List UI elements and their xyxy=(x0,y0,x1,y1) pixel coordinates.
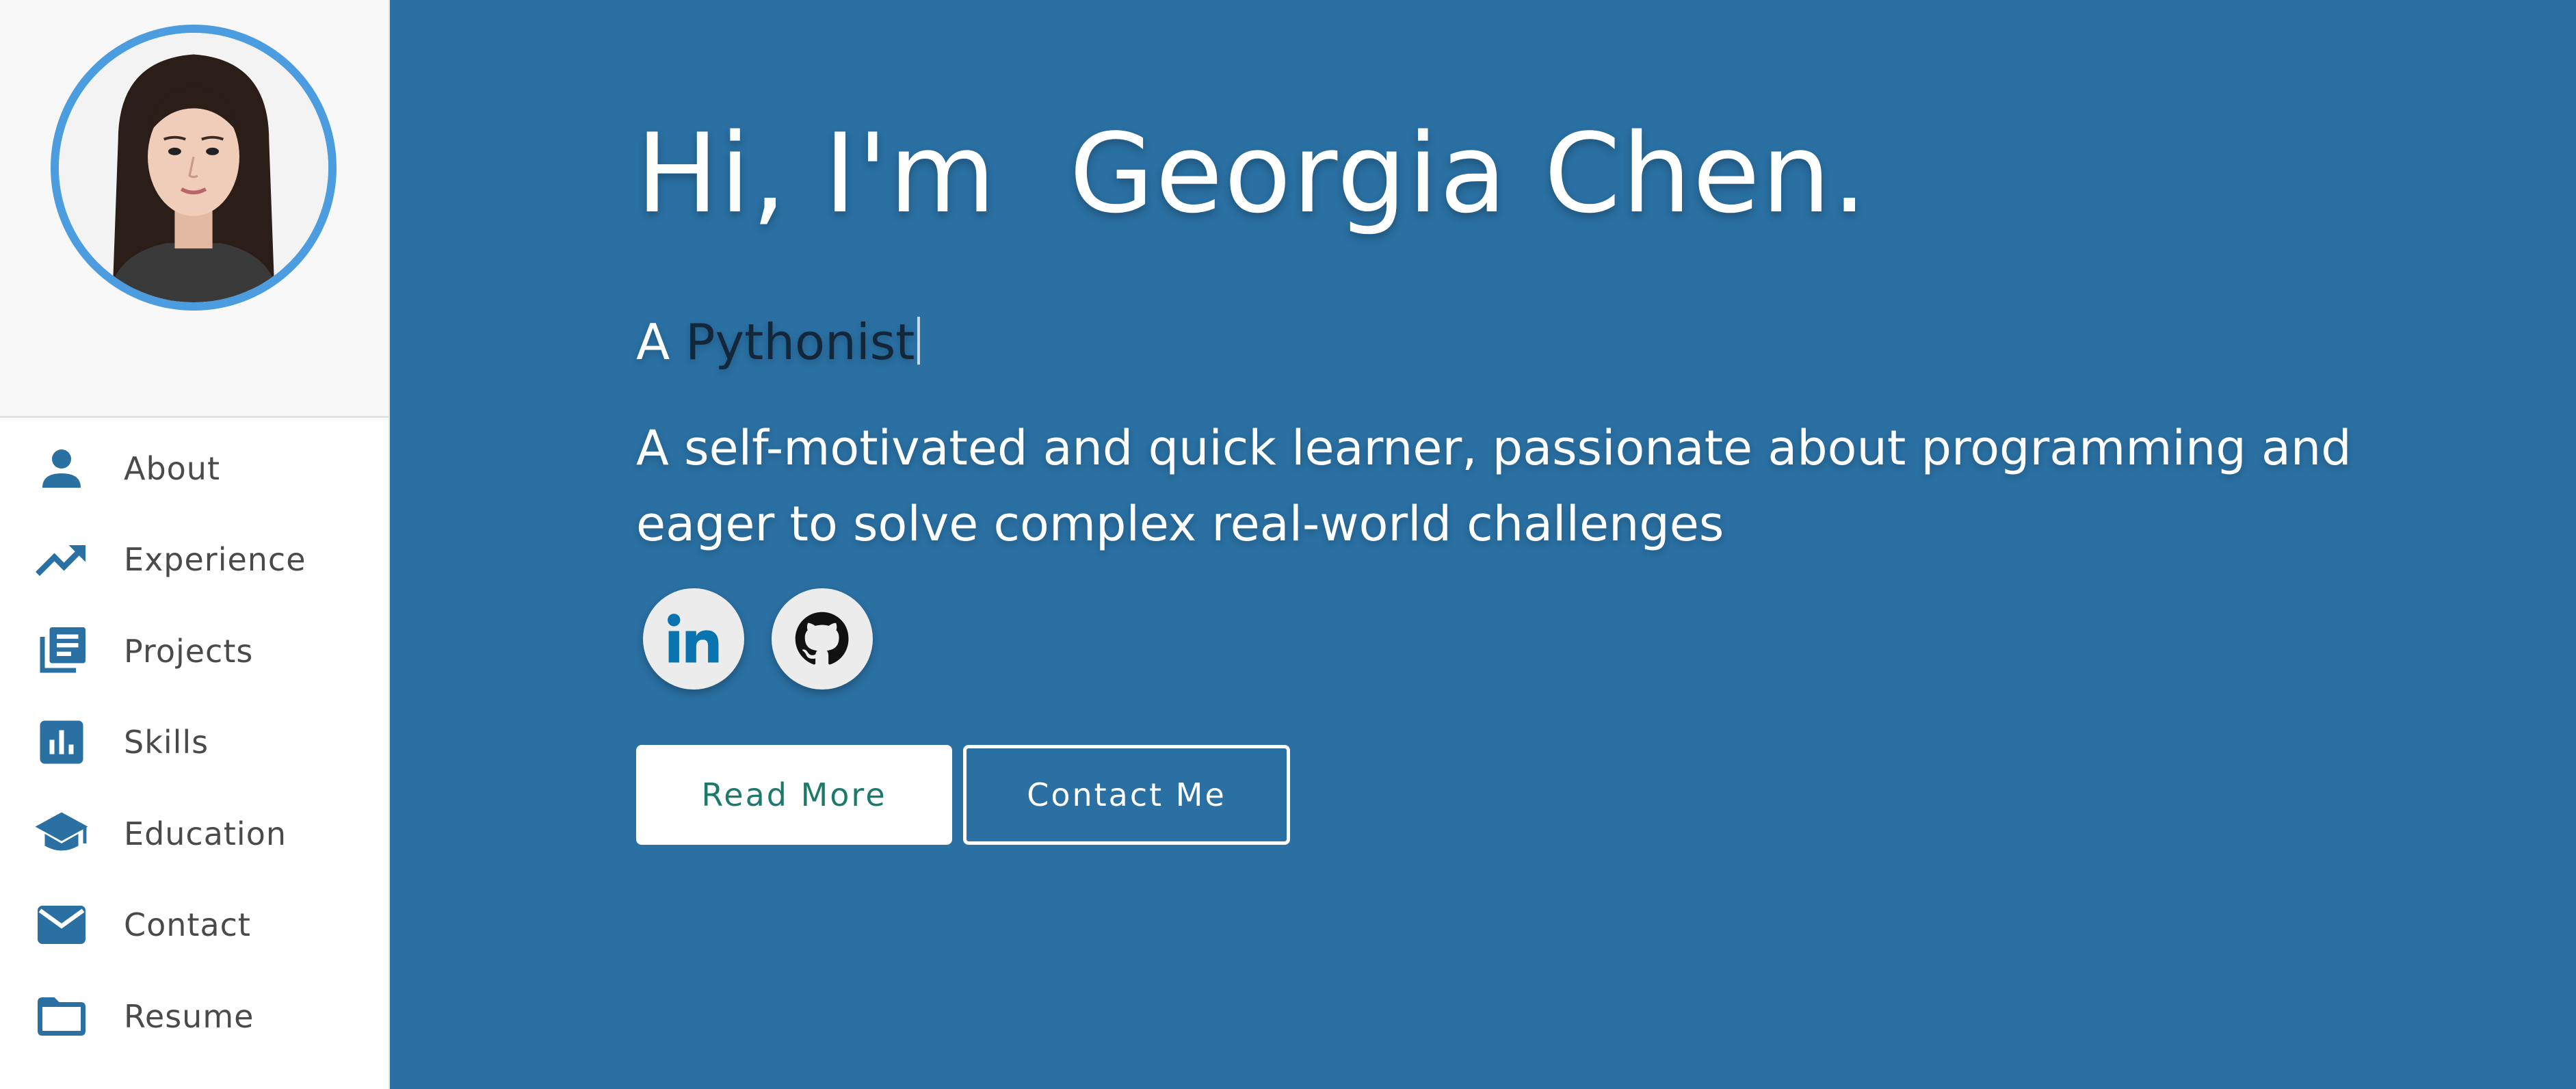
tagline-typed-text: Pythonist xyxy=(685,313,915,371)
library-books-icon xyxy=(33,622,90,680)
typing-cursor xyxy=(917,317,921,365)
sidebar-header xyxy=(0,0,389,418)
linkedin-icon xyxy=(668,614,719,663)
sidebar-item-about[interactable]: About xyxy=(0,423,389,514)
sidebar-item-education[interactable]: Education xyxy=(0,788,389,880)
trending-up-icon xyxy=(33,531,90,588)
github-link[interactable] xyxy=(772,588,873,690)
sidebar-item-label: Education xyxy=(124,815,287,852)
hero-title: Hi, I'm Georgia Chen. xyxy=(636,109,1869,237)
contact-me-button[interactable]: Contact Me xyxy=(963,745,1290,845)
sidebar-item-resume[interactable]: Resume xyxy=(0,971,389,1062)
sidebar-item-experience[interactable]: Experience xyxy=(0,514,389,606)
bar-chart-icon xyxy=(33,713,90,771)
page: About Experience Projects Skills Educati… xyxy=(0,0,2576,1089)
graduation-cap-icon xyxy=(33,805,90,863)
read-more-button[interactable]: Read More xyxy=(636,745,952,845)
linkedin-link[interactable] xyxy=(643,588,744,690)
sidebar-item-label: Resume xyxy=(124,997,254,1035)
avatar xyxy=(51,25,337,311)
sidebar-nav: About Experience Projects Skills Educati… xyxy=(0,423,389,1062)
social-links xyxy=(643,588,900,690)
envelope-icon xyxy=(33,896,90,954)
sidebar-item-contact[interactable]: Contact xyxy=(0,880,389,971)
folder-icon xyxy=(33,988,90,1045)
sidebar-item-label: Skills xyxy=(124,724,209,761)
hero-tagline: A Pythonist xyxy=(636,313,921,371)
sidebar-item-label: About xyxy=(124,449,221,487)
github-icon xyxy=(795,612,849,665)
hero-description: A self-motivated and quick learner, pass… xyxy=(636,420,2352,552)
sidebar: About Experience Projects Skills Educati… xyxy=(0,0,390,1089)
sidebar-item-label: Experience xyxy=(124,541,306,579)
sidebar-item-label: Contact xyxy=(124,906,251,944)
hero-section: Hi, I'm Georgia Chen. A Pythonist A self… xyxy=(390,0,2576,1089)
sidebar-item-label: Projects xyxy=(124,632,254,670)
sidebar-item-projects[interactable]: Projects xyxy=(0,605,389,697)
person-icon xyxy=(33,440,90,497)
sidebar-item-skills[interactable]: Skills xyxy=(0,697,389,789)
tagline-prefix: A xyxy=(636,313,686,371)
avatar-portrait xyxy=(59,33,328,302)
